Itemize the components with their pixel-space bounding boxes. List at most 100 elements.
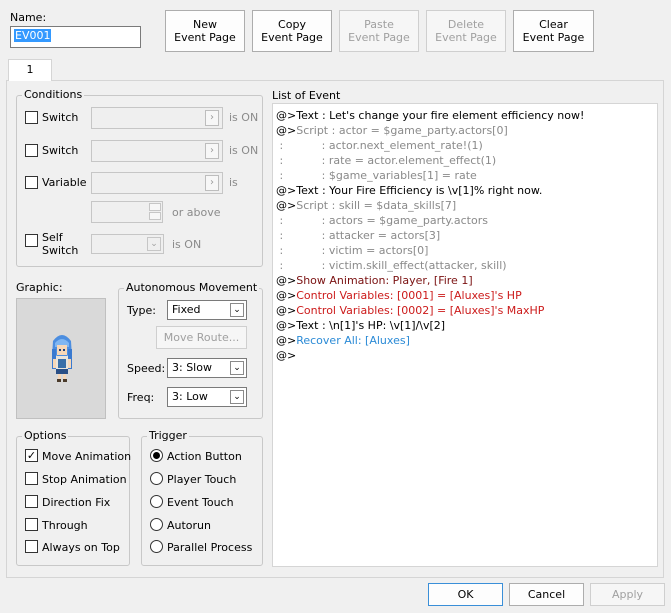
type-label: Type: <box>127 304 156 317</box>
chevron-down-icon: ⌄ <box>230 361 244 375</box>
event-command-row[interactable]: : : $game_variables[1] = rate <box>276 169 476 182</box>
event-command-text: : : actors = $game_party.actors <box>276 214 488 227</box>
event-command-text: @> <box>276 334 297 347</box>
self-switch-label-2: Switch <box>42 244 79 257</box>
action-button-label: Action Button <box>167 450 242 463</box>
chevron-down-icon: ⌄ <box>147 237 161 251</box>
switch1-suffix: is ON <box>229 111 259 124</box>
switch2-field[interactable] <box>91 140 223 162</box>
new-event-page-button[interactable]: New Event Page <box>165 10 245 52</box>
variable-field[interactable] <box>91 172 223 194</box>
ok-button[interactable]: OK <box>428 583 503 606</box>
spinner-down-icon[interactable] <box>149 212 161 220</box>
trigger-title: Trigger <box>147 429 189 442</box>
switch1-checkbox[interactable] <box>25 111 38 124</box>
always-on-top-checkbox[interactable] <box>25 540 38 553</box>
self-switch-label-1: Self <box>42 231 63 244</box>
self-switch-suffix: is ON <box>172 238 202 251</box>
list-of-event-title: List of Event <box>272 89 341 102</box>
event-command-text: : : victim.skill_effect(attacker, skill) <box>276 259 507 272</box>
event-command-text: : : attacker = actors[3] <box>276 229 441 242</box>
event-command-row[interactable]: : : attacker = actors[3] <box>276 229 440 242</box>
switch2-checkbox[interactable] <box>25 144 38 157</box>
action-button-radio[interactable] <box>150 449 163 462</box>
spinner-up-icon[interactable] <box>149 203 161 211</box>
move-animation-checkbox[interactable]: ✓ <box>25 449 38 462</box>
character-sprite-icon <box>52 335 72 382</box>
ok-label: OK <box>457 588 474 601</box>
move-animation-label: Move Animation <box>42 450 132 463</box>
event-command-text: : : victim = actors[0] <box>276 244 429 257</box>
clear-event-page-button[interactable]: Clear Event Page <box>513 10 594 52</box>
copy-label-2: Event Page <box>261 31 323 44</box>
switch1-ellipsis-icon[interactable]: › <box>205 110 219 126</box>
graphic-preview[interactable] <box>16 298 106 419</box>
variable-checkbox[interactable] <box>25 176 38 189</box>
options-title: Options <box>22 429 69 442</box>
event-touch-radio[interactable] <box>150 495 163 508</box>
event-command-text: : : rate = actor.element_effect(1) <box>276 154 497 167</box>
self-switch-checkbox[interactable] <box>25 234 38 247</box>
paste-event-page-button[interactable]: Paste Event Page <box>339 10 419 52</box>
name-label: Name: <box>10 11 47 24</box>
event-command-row[interactable]: : : victim = actors[0] <box>276 244 428 257</box>
event-command-row[interactable]: @>Recover All: [Aluxes] <box>276 334 410 347</box>
parallel-process-radio[interactable] <box>150 540 163 553</box>
event-command-text: @> <box>276 349 297 362</box>
speed-value: 3: Slow <box>172 361 212 374</box>
clear-label-1: Clear <box>539 18 568 31</box>
copy-event-page-button[interactable]: Copy Event Page <box>252 10 332 52</box>
self-switch-dropdown[interactable]: ⌄ <box>91 234 164 254</box>
speed-dropdown[interactable]: 3: Slow ⌄ <box>167 358 247 378</box>
tab-page-1[interactable]: 1 <box>8 59 52 81</box>
stop-animation-checkbox[interactable] <box>25 472 38 485</box>
name-value: EV001 <box>14 29 52 42</box>
freq-dropdown[interactable]: 3: Low ⌄ <box>167 387 247 407</box>
event-command-row[interactable]: @>Show Animation: Player, [Fire 1] <box>276 274 473 287</box>
event-command-text: Text : Your Fire Efficiency is \v[1]% ri… <box>296 184 543 197</box>
apply-label: Apply <box>611 588 644 601</box>
event-command-row[interactable]: : : actors = $game_party.actors <box>276 214 488 227</box>
through-label: Through <box>42 519 88 532</box>
event-command-text: Text : Let's change your fire element ef… <box>296 109 585 122</box>
cancel-button[interactable]: Cancel <box>509 583 584 606</box>
event-command-text: Recover All: [Aluxes] <box>296 334 410 347</box>
always-on-top-label: Always on Top <box>42 541 120 554</box>
variable-label: Variable <box>42 176 87 189</box>
freq-label: Freq: <box>127 391 155 404</box>
name-input[interactable]: EV001 <box>10 26 141 48</box>
event-command-row[interactable]: @>Text : Your Fire Efficiency is \v[1]% … <box>276 184 542 197</box>
type-dropdown[interactable]: Fixed ⌄ <box>167 300 247 320</box>
player-touch-radio[interactable] <box>150 472 163 485</box>
switch2-ellipsis-icon[interactable]: › <box>205 143 219 159</box>
event-command-row[interactable]: : : rate = actor.element_effect(1) <box>276 154 496 167</box>
event-command-text: Control Variables: [0001] = [Aluxes]'s H… <box>296 289 522 302</box>
direction-fix-checkbox[interactable] <box>25 495 38 508</box>
clear-label-2: Event Page <box>522 31 585 44</box>
move-route-button[interactable]: Move Route... <box>156 326 247 349</box>
type-value: Fixed <box>172 303 201 316</box>
through-checkbox[interactable] <box>25 518 38 531</box>
event-command-row[interactable]: @>Text : Let's change your fire element … <box>276 109 584 122</box>
event-command-row[interactable]: @>Script : actor = $game_party.actors[0] <box>276 124 508 137</box>
event-command-row[interactable]: : : actor.next_element_rate!(1) <box>276 139 482 152</box>
variable-ellipsis-icon[interactable]: › <box>205 175 219 191</box>
event-command-text: @> <box>276 109 297 122</box>
event-command-row[interactable]: : : victim.skill_effect(attacker, skill) <box>276 259 507 272</box>
delete-label-1: Delete <box>447 18 485 31</box>
autorun-label: Autorun <box>167 519 212 532</box>
event-command-text: Script : skill = $data_skills[7] <box>296 199 457 212</box>
delete-event-page-button[interactable]: Delete Event Page <box>426 10 506 52</box>
conditions-title: Conditions <box>22 88 85 101</box>
event-command-row[interactable]: @>Control Variables: [0001] = [Aluxes]'s… <box>276 289 522 302</box>
switch1-field[interactable] <box>91 107 223 129</box>
event-command-row[interactable]: @>Control Variables: [0002] = [Aluxes]'s… <box>276 304 544 317</box>
autorun-radio[interactable] <box>150 518 163 531</box>
event-command-row[interactable]: @> <box>276 349 296 362</box>
event-command-text: @> <box>276 199 297 212</box>
switch1-label: Switch <box>42 111 79 124</box>
event-command-row[interactable]: @>Script : skill = $data_skills[7] <box>276 199 456 212</box>
event-command-row[interactable]: @>Text : \n[1]'s HP: \v[1]/\v[2] <box>276 319 445 332</box>
apply-button[interactable]: Apply <box>590 583 665 606</box>
autonomous-movement-title: Autonomous Movement <box>124 281 260 294</box>
